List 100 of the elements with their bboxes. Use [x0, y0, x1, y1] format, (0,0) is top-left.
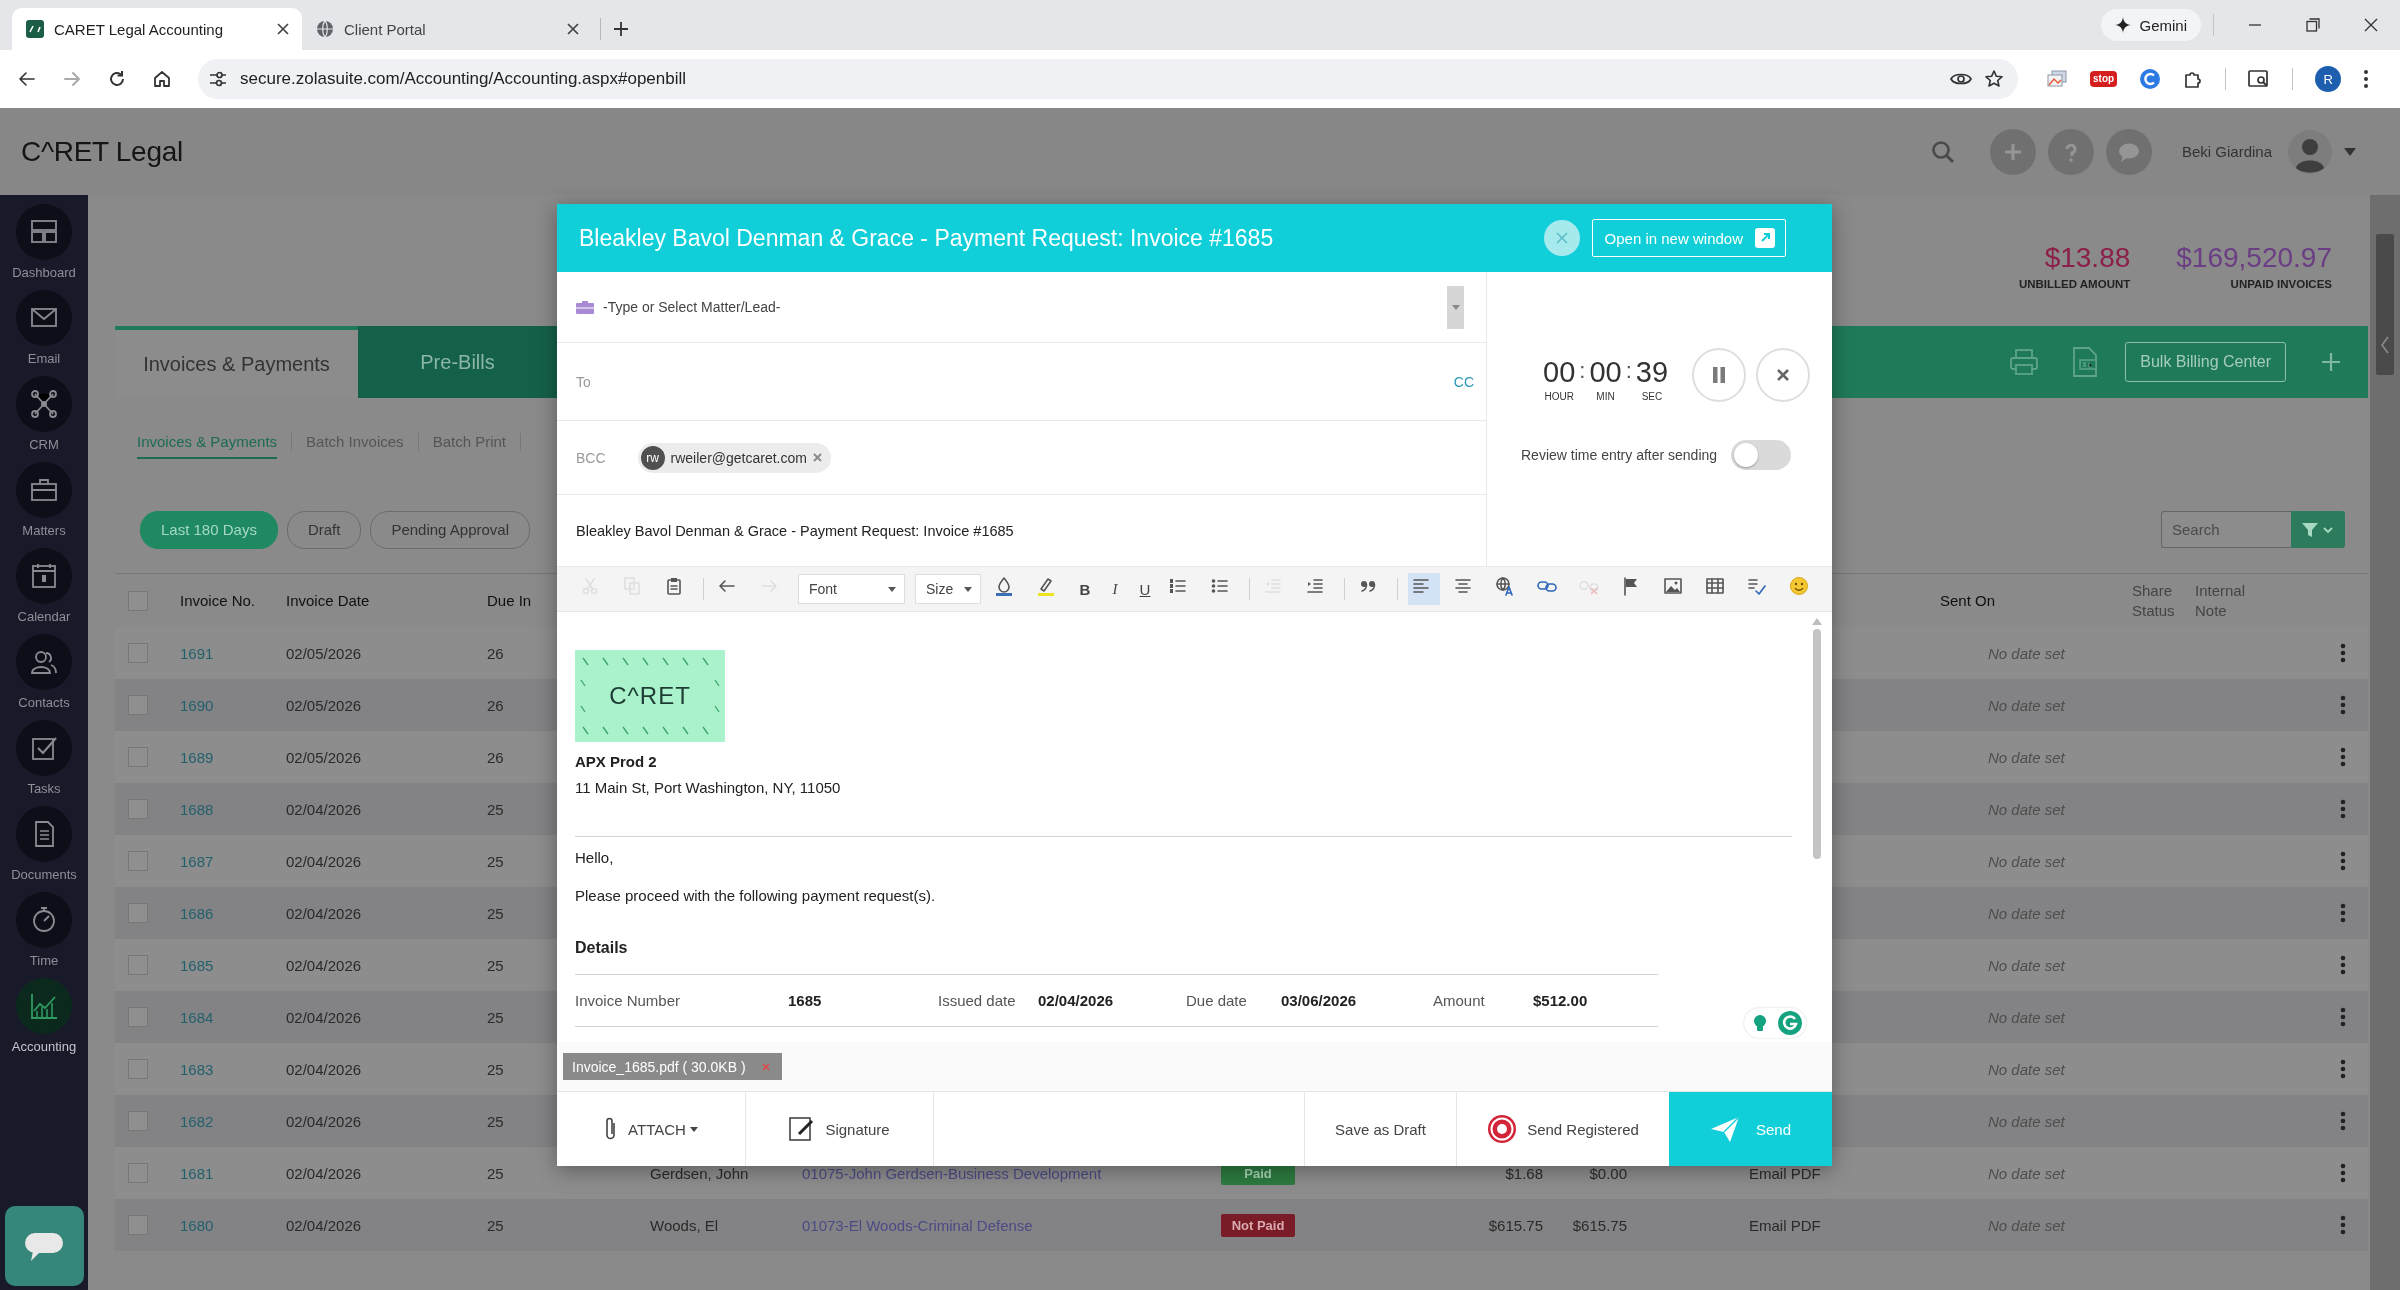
send-registered-button[interactable]: Send Registered [1457, 1092, 1669, 1166]
align-left-icon[interactable] [1408, 573, 1440, 605]
checkbox[interactable] [128, 1163, 148, 1183]
browser-tab[interactable]: CARET Legal Accounting [12, 8, 302, 50]
dropdown-button[interactable] [1447, 285, 1464, 329]
home-icon[interactable] [152, 69, 172, 89]
matter-field[interactable]: -Type or Select Matter/Lead- [603, 299, 1447, 315]
writing-assistant-icon[interactable] [1777, 1010, 1803, 1036]
puzzle-icon[interactable] [2183, 69, 2204, 89]
table-cell: 25 [487, 1008, 504, 1026]
filter-chip[interactable]: Draft [286, 510, 362, 549]
checkbox[interactable] [128, 590, 148, 611]
pause-button[interactable] [1692, 348, 1747, 402]
italic-button[interactable]: I [1105, 580, 1125, 598]
gallery-icon[interactable] [2046, 69, 2068, 89]
table-cell: No date set [1988, 1112, 2065, 1130]
checkbox[interactable] [128, 903, 148, 923]
cc-link[interactable]: CC [1453, 373, 1474, 390]
bulk-billing-button[interactable]: Bulk Billing Center [2125, 342, 2286, 382]
checkbox[interactable] [128, 1215, 148, 1235]
toggle-switch[interactable] [1731, 440, 1792, 470]
checkbox[interactable] [128, 1059, 148, 1079]
format-dropdown[interactable]: Size [915, 574, 981, 604]
sidebar-item[interactable]: Documents [0, 797, 88, 883]
remove-icon[interactable] [812, 453, 822, 462]
detail-value: 02/04/2026 [1038, 992, 1115, 1009]
table-cell: $0.00 [1589, 1164, 1627, 1182]
table-cell: No date set [1988, 748, 2065, 766]
subject-field[interactable]: Bleakley Bavol Denman & Grace - Payment Request: Invoice #1685 [576, 522, 1014, 539]
extension-icon[interactable] [2139, 68, 2162, 90]
sidebar-item[interactable]: Accounting [0, 969, 88, 1055]
sidebar-item[interactable]: Email [0, 281, 88, 367]
checkbox[interactable] [128, 1111, 148, 1131]
checkbox[interactable] [128, 747, 148, 767]
chat-button[interactable] [4, 1206, 84, 1286]
sidebar-item[interactable]: Dashboard [0, 195, 88, 281]
close-icon[interactable] [566, 22, 580, 36]
search-icon[interactable] [1929, 138, 1956, 165]
scrollbar-thumb[interactable] [1813, 629, 1821, 859]
underline-button[interactable]: U [1135, 580, 1155, 598]
caret-down-icon[interactable] [2344, 147, 2356, 156]
sidebar-item[interactable]: Tasks [0, 711, 88, 797]
gemini-button[interactable]: Gemini [2101, 9, 2201, 41]
side-panel-search-icon[interactable] [2248, 69, 2271, 89]
table-cell: Email PDF [1749, 1216, 1821, 1234]
checkbox[interactable] [128, 851, 148, 871]
more-icon[interactable] [2363, 69, 2370, 89]
forward-icon[interactable] [62, 69, 82, 89]
email-address: rweiler@getcaret.com [670, 449, 807, 466]
checkbox[interactable] [128, 955, 148, 975]
back-icon[interactable] [17, 69, 37, 89]
save-draft-button[interactable]: Save as Draft [1305, 1092, 1457, 1166]
signature-button[interactable]: Signature [746, 1092, 934, 1166]
filter-chip[interactable]: Pending Approval [370, 510, 530, 549]
tab[interactable]: Pre-Bills [358, 326, 557, 398]
close-icon[interactable] [2364, 18, 2378, 32]
attachment-name: Invoice_1685.pdf ( 30.0KB ) [572, 1058, 746, 1075]
amount-value: $13.88 [2044, 241, 2131, 274]
scrollbar-thumb[interactable] [2376, 234, 2394, 375]
company-address: 11 Main St, Port Washington, NY, 11050 [575, 778, 842, 798]
column-header: Share Status [2132, 581, 2176, 620]
briefcase-icon [576, 300, 594, 314]
browser-tab[interactable]: Client Portal [302, 8, 592, 50]
restore-icon[interactable] [2306, 18, 2320, 32]
column-header: Internal Note [2195, 581, 2247, 620]
detail-label: Due date [1186, 992, 1248, 1009]
filter-button[interactable] [2291, 511, 2345, 548]
sidebar-item[interactable]: Matters [0, 453, 88, 539]
close-icon[interactable] [276, 22, 290, 36]
add-icon[interactable] [2320, 351, 2342, 373]
checkbox[interactable] [128, 643, 148, 663]
eye-icon[interactable] [1950, 71, 1972, 87]
sidebar-item[interactable]: Calendar [0, 539, 88, 625]
caret-down-icon [1451, 304, 1460, 310]
sidebar-item[interactable]: CRM [0, 367, 88, 453]
detail-label: Amount [1433, 992, 1486, 1009]
site-settings-icon[interactable] [208, 69, 228, 89]
filter-chip[interactable]: Last 180 Days [140, 510, 278, 549]
star-icon[interactable] [1984, 69, 2004, 89]
timer-unit: HOUR [1544, 391, 1574, 402]
detail-value: $512.00 [1533, 992, 1589, 1009]
checkbox[interactable] [128, 695, 148, 715]
column-header: Due In [487, 592, 532, 609]
table-cell: 26 [487, 748, 504, 766]
attach-button[interactable]: ATTACH [557, 1092, 746, 1166]
funnel-icon [2301, 520, 2335, 539]
bold-button[interactable]: B [1075, 580, 1095, 598]
external-link-icon [1755, 228, 1775, 248]
search-field[interactable]: Search [2161, 511, 2291, 548]
format-dropdown[interactable]: Font [798, 574, 905, 604]
new-tab-icon[interactable] [613, 21, 629, 37]
stop-extension-button[interactable]: stop [2090, 71, 2118, 87]
sidebar-item[interactable]: Time [0, 883, 88, 969]
caret-down-icon [888, 586, 896, 592]
profile-button[interactable]: R [2315, 66, 2342, 92]
checkbox[interactable] [128, 1007, 148, 1027]
sidebar-item[interactable]: Contacts [0, 625, 88, 711]
checkbox[interactable] [128, 799, 148, 819]
reload-icon[interactable] [107, 69, 127, 89]
avatar-icon[interactable] [2288, 129, 2332, 174]
